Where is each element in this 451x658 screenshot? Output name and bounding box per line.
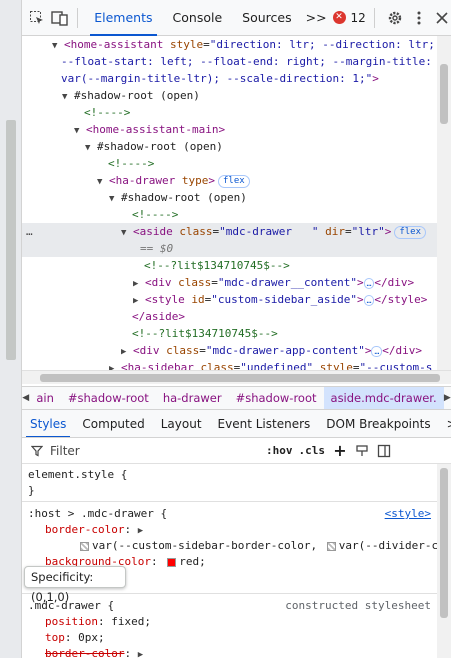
tab-event-listeners[interactable]: Event Listeners	[210, 410, 319, 437]
rule-element-style: element.style { }	[22, 464, 437, 502]
rule-selector[interactable]: :host > .mdc-drawer {	[28, 506, 167, 521]
dom-horizontal-scrollbar[interactable]	[22, 370, 451, 384]
error-icon: ✕	[332, 11, 346, 24]
hov-toggle-button[interactable]: :hov	[266, 444, 293, 457]
dom-node-div-app-content[interactable]: ▶ <div class="mdc-drawer-app-content">… </…	[121, 342, 437, 359]
breadcrumb-item[interactable]: #shadow-root	[229, 387, 324, 409]
collapse-triangle-icon[interactable]: ▼	[85, 140, 97, 157]
sidebar-pane-tabs: Styles Computed Layout Event Listeners D…	[22, 410, 451, 438]
error-count-badge[interactable]: ✕ 12	[332, 10, 366, 25]
rule-source-link[interactable]: <style>	[385, 506, 431, 521]
dom-shadow-root[interactable]: ▼ #shadow-root (open)	[62, 87, 437, 104]
breadcrumb-item[interactable]: #shadow-root	[61, 387, 156, 409]
expand-triangle-icon[interactable]: ▶	[138, 648, 150, 658]
breadcrumb-item[interactable]: ha-drawer	[156, 387, 229, 409]
dom-shadow-root[interactable]: ▼ #shadow-root (open)	[109, 189, 437, 206]
styles-vertical-scrollbar-thumb[interactable]	[440, 468, 448, 618]
dom-node-home-assistant[interactable]: ▼ <home-assistant style="direction: ltr; …	[52, 36, 437, 53]
styles-pane: element.style { } :host > .mdc-drawer { …	[22, 464, 437, 658]
dom-attr-continuation: --float-start: left; --float-end: right;…	[61, 55, 432, 68]
dom-node-ha-drawer[interactable]: ▼ <ha-drawer type> flex	[97, 172, 437, 189]
color-swatch-icon[interactable]	[80, 541, 89, 551]
dom-close-aside[interactable]: </aside>	[132, 308, 437, 325]
tab-console[interactable]: Console	[163, 0, 233, 36]
flex-badge[interactable]: flex	[394, 225, 427, 239]
new-style-rule-icon[interactable]: +	[333, 441, 347, 460]
filter-icon	[30, 444, 44, 458]
collapsed-children-icon[interactable]: …	[363, 294, 375, 306]
property-border-color[interactable]: border-color: ▶	[45, 522, 150, 537]
toolbar-divider-2	[373, 7, 375, 28]
dom-shadow-root[interactable]: ▼ #shadow-root (open)	[85, 138, 437, 155]
tab-styles[interactable]: Styles	[22, 410, 74, 437]
toolbar-divider	[77, 7, 79, 28]
dom-comment[interactable]: <!---->	[108, 155, 437, 172]
dom-comment[interactable]: <!--?lit$134710745$-->	[132, 325, 437, 342]
collapse-triangle-icon[interactable]: ▼	[62, 89, 74, 106]
tab-elements[interactable]: Elements	[84, 0, 162, 36]
property-border-color[interactable]: border-color: ▶	[45, 646, 150, 658]
dom-vertical-scrollbar-thumb[interactable]	[440, 64, 448, 124]
property-border-color-value: var(--custom-sidebar-border-color, var(-…	[77, 538, 437, 553]
dom-comment[interactable]: <!---->	[84, 104, 437, 121]
flex-badge[interactable]: flex	[217, 174, 250, 188]
color-swatch-icon[interactable]	[326, 541, 336, 551]
devtools-toolbar: Elements Console Sources >> ✕ 12	[22, 0, 451, 36]
close-icon[interactable]	[434, 7, 451, 29]
property-position[interactable]: position: fixed;	[45, 614, 151, 629]
dom-node-style[interactable]: ▶ <style id="custom-sidebar_aside">… </sty…	[133, 291, 437, 308]
expand-triangle-icon[interactable]: ▶	[138, 524, 150, 539]
dom-selected-marker: == $0	[22, 240, 437, 257]
more-panes-button[interactable]: >>	[439, 410, 451, 437]
scroll-right-icon[interactable]: ▶	[444, 393, 451, 403]
styles-vertical-scrollbar[interactable]	[437, 464, 451, 658]
inspect-element-icon[interactable]	[28, 7, 45, 29]
cls-toggle-button[interactable]: .cls	[299, 444, 326, 457]
tab-layout[interactable]: Layout	[153, 410, 210, 437]
left-gutter	[0, 0, 22, 658]
collapse-triangle-icon[interactable]: ▼	[97, 174, 109, 191]
tab-dom-breakpoints[interactable]: DOM Breakpoints	[318, 410, 438, 437]
dom-attr-continuation: var(--margin-title-ltr); --scale-directi…	[61, 72, 379, 85]
dom-node-aside-selected[interactable]: … ▼ <aside class="mdc-drawer " dir="ltr">…	[22, 223, 437, 240]
dom-comment[interactable]: <!---->	[132, 206, 437, 223]
more-options-icon[interactable]	[410, 7, 427, 29]
breadcrumb: ◀ ain #shadow-root ha-drawer #shadow-roo…	[22, 386, 451, 410]
property-top[interactable]: top: 0px;	[45, 630, 105, 645]
dom-node-home-assistant-main[interactable]: ▼ <home-assistant-main>	[74, 121, 437, 138]
dom-tree: ▼ <home-assistant style="direction: ltr; …	[22, 36, 437, 370]
breadcrumb-item-active[interactable]: aside.mdc-drawer.	[323, 387, 444, 409]
collapsed-children-icon[interactable]: …	[363, 277, 375, 289]
breadcrumb-item[interactable]: ain	[29, 387, 61, 409]
collapsed-children-icon[interactable]: …	[371, 345, 383, 357]
collapse-triangle-icon[interactable]: ▼	[109, 191, 121, 208]
dom-comment[interactable]: <!--?lit$134710745$-->	[144, 257, 437, 274]
scroll-left-icon[interactable]: ◀	[22, 393, 29, 403]
tab-computed[interactable]: Computed	[74, 410, 152, 437]
node-actions-icon[interactable]: …	[26, 223, 33, 240]
dom-horizontal-scrollbar-thumb[interactable]	[40, 374, 440, 382]
dom-node-ha-sidebar[interactable]: ▶ <ha-sidebar class="undefined" style="--…	[109, 359, 437, 370]
computed-styles-toggle-icon[interactable]	[355, 444, 369, 458]
sidebar-toggle-icon[interactable]	[377, 444, 391, 458]
rule-mdc-drawer: .mdc-drawer { constructed stylesheet pos…	[22, 594, 437, 658]
color-swatch-icon[interactable]	[167, 557, 177, 567]
device-toolbar-icon[interactable]	[51, 7, 69, 29]
settings-gear-icon[interactable]	[387, 7, 404, 29]
rule-close-brace: }	[28, 484, 35, 497]
more-tabs-button[interactable]: >>	[302, 0, 331, 36]
expand-triangle-icon[interactable]: ▶	[109, 361, 121, 370]
page-scrollbar-thumb[interactable]	[6, 120, 16, 360]
rule-selector[interactable]: element.style {	[28, 467, 127, 482]
dom-node-div-content[interactable]: ▶ <div class="mdc-drawer__content">… </div…	[133, 274, 437, 291]
tab-sources[interactable]: Sources	[232, 0, 301, 36]
specificity-tooltip: Specificity: (0,1,0)	[24, 566, 126, 604]
styles-filter-bar: :hov .cls +	[22, 438, 451, 464]
error-count: 12	[350, 10, 366, 25]
dom-vertical-scrollbar[interactable]	[437, 36, 451, 370]
rule-source-label: constructed stylesheet	[285, 599, 431, 612]
styles-filter-input[interactable]	[50, 443, 260, 458]
